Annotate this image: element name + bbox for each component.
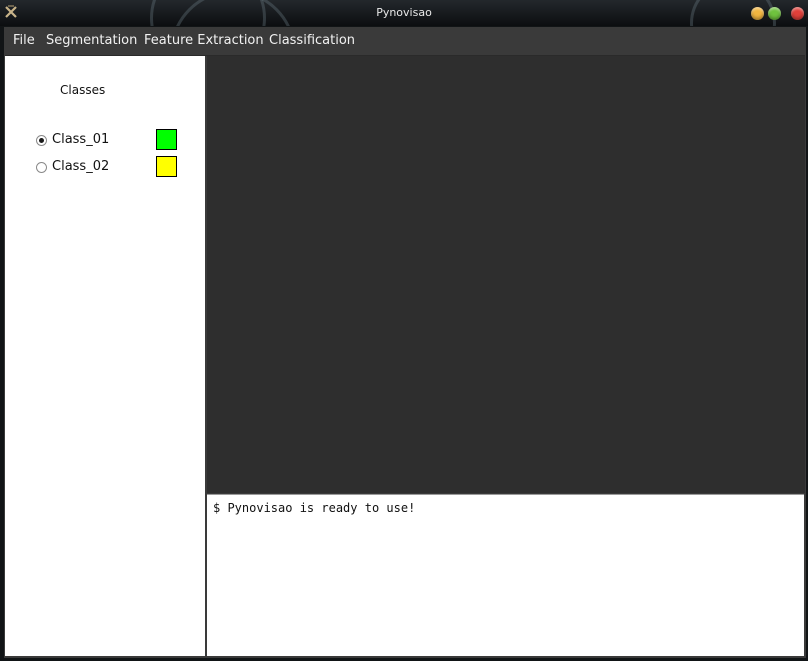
class-label[interactable]: Class_01 (52, 132, 109, 147)
class-row[interactable]: Class_02 (5, 156, 205, 180)
class-01-color-swatch[interactable] (156, 129, 177, 150)
menu-file[interactable]: File (13, 33, 35, 48)
menu-segmentation[interactable]: Segmentation (46, 33, 137, 48)
console-line: $ Pynovisao is ready to use! (213, 501, 416, 515)
class-02-radio[interactable] (36, 162, 47, 173)
menu-bar: File Segmentation Feature Extraction Cla… (5, 28, 805, 56)
class-01-radio[interactable] (36, 135, 47, 146)
maximize-icon[interactable] (768, 7, 781, 20)
menu-feature-extraction[interactable]: Feature Extraction (144, 33, 264, 48)
console-output[interactable]: $ Pynovisao is ready to use! (207, 494, 804, 656)
minimize-icon[interactable] (751, 7, 764, 20)
classes-panel: Classes Class_01 Class_02 (5, 56, 205, 656)
window-title: Pynovisao (376, 6, 432, 19)
class-row[interactable]: Class_01 (5, 129, 205, 153)
menu-classification[interactable]: Classification (269, 33, 355, 48)
close-icon[interactable] (791, 7, 804, 20)
classes-title: Classes (60, 83, 106, 97)
image-viewer[interactable] (207, 56, 805, 493)
class-label[interactable]: Class_02 (52, 159, 109, 174)
class-02-color-swatch[interactable] (156, 156, 177, 177)
title-bar[interactable]: Pynovisao (0, 0, 808, 26)
